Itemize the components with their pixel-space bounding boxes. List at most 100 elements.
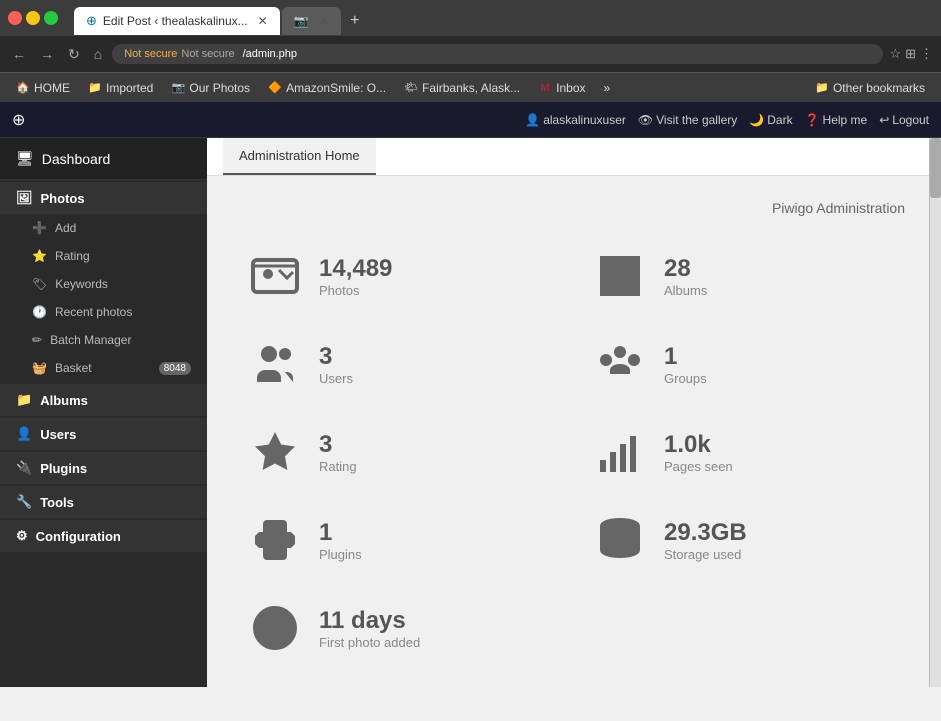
- sidebar-albums-header[interactable]: 📁 Albums: [0, 384, 207, 416]
- sidebar-dashboard[interactable]: 🖥 Dashboard: [0, 138, 207, 180]
- bookmark-other[interactable]: 📁 Other bookmarks: [807, 79, 933, 97]
- reload-button[interactable]: ↻: [64, 44, 84, 65]
- bookmark-imported[interactable]: 📁 Imported: [80, 79, 161, 97]
- app-logo: ⊕: [12, 110, 25, 130]
- time-stat-label: First photo added: [319, 635, 420, 650]
- rating-stat-value: 3: [319, 431, 357, 459]
- pages-stat-label: Pages seen: [664, 459, 733, 474]
- sidebar-section-plugins: 🔌 Plugins: [0, 452, 207, 484]
- photos-stat-value: 14,489: [319, 255, 392, 283]
- bookmark-fairbanks[interactable]: 🌤 Fairbanks, Alask...: [396, 79, 528, 97]
- dark-mode-link[interactable]: 🌙 Dark: [749, 113, 792, 127]
- menu-icon[interactable]: ⋮: [920, 46, 933, 62]
- sidebar-photos-header[interactable]: 🖼 Photos: [0, 182, 207, 214]
- sidebar-tools-header[interactable]: 🔧 Tools: [0, 486, 207, 518]
- pages-stat-icon: [592, 424, 648, 480]
- sidebar-plugins-header[interactable]: 🔌 Plugins: [0, 452, 207, 484]
- bookmark-amazon-label: AmazonSmile: O...: [286, 81, 386, 95]
- stat-groups: 1 Groups: [568, 320, 913, 408]
- users-stat-icon: [247, 336, 303, 392]
- keywords-icon: 🏷: [32, 277, 47, 291]
- batch-manager-label: Batch Manager: [50, 333, 131, 347]
- user-label: alaskalinuxuser: [543, 113, 626, 127]
- tab-close-icon[interactable]: ✕: [258, 14, 268, 28]
- tools-section-label: Tools: [40, 495, 74, 510]
- tab-piwigo-close-icon[interactable]: ✕: [319, 14, 329, 28]
- bookmarks-bar: 🏠 HOME 📁 Imported 📷 Our Photos 🔶 AmazonS…: [0, 72, 941, 102]
- help-icon: ❓: [805, 113, 820, 127]
- albums-stat-value: 28: [664, 255, 707, 283]
- user-icon: 👤: [525, 113, 540, 127]
- moon-icon: 🌙: [749, 113, 764, 127]
- content-tabs: Administration Home: [207, 138, 929, 176]
- new-tab-button[interactable]: +: [341, 7, 369, 35]
- sidebar-item-add[interactable]: ➕ Add: [0, 214, 207, 242]
- sidebar-section-tools: 🔧 Tools: [0, 486, 207, 518]
- bookmark-inbox[interactable]: M Inbox: [530, 79, 593, 97]
- bookmark-home-label: HOME: [34, 81, 70, 95]
- forward-button[interactable]: →: [36, 44, 58, 64]
- tab-piwigo[interactable]: 📷 ✕: [282, 7, 341, 35]
- dark-label: Dark: [767, 113, 792, 127]
- logout-icon: ↩: [879, 113, 889, 127]
- groups-stat-label: Groups: [664, 371, 707, 386]
- bookmark-home[interactable]: 🏠 HOME: [8, 79, 78, 97]
- bookmark-inbox-label: Inbox: [556, 81, 585, 95]
- minimize-button[interactable]: [26, 11, 40, 25]
- address-bar[interactable]: Not secure Not secure /admin.php: [112, 44, 883, 64]
- sidebar-item-batch-manager[interactable]: ✏ Batch Manager: [0, 326, 207, 354]
- logout-link[interactable]: ↩ Logout: [879, 113, 929, 127]
- dashboard-label: Dashboard: [42, 151, 111, 167]
- sidebar-configuration-header[interactable]: ⚙ Configuration: [0, 520, 207, 552]
- plugins-section-label: Plugins: [40, 461, 87, 476]
- sidebar-item-recent-photos[interactable]: 🕐 Recent photos: [0, 298, 207, 326]
- basket-badge: 8048: [159, 362, 191, 375]
- groups-stat-value: 1: [664, 343, 707, 371]
- scrollbar[interactable]: [929, 138, 941, 687]
- help-link[interactable]: ❓ Help me: [805, 113, 868, 127]
- not-secure-label: Not secure: [124, 48, 177, 60]
- bookmark-icon[interactable]: ☆: [889, 46, 901, 62]
- stat-rating: 3 Rating: [223, 408, 568, 496]
- stat-photos: 14,489 Photos: [223, 232, 568, 320]
- storage-stat-value: 29.3GB: [664, 519, 747, 547]
- sidebar-item-basket[interactable]: 🧺 Basket 8048: [0, 354, 207, 382]
- users-section-label: Users: [40, 427, 76, 442]
- bookmark-more[interactable]: »: [596, 79, 619, 97]
- sidebar-section-configuration: ⚙ Configuration: [0, 520, 207, 552]
- tab-administration-home[interactable]: Administration Home: [223, 138, 376, 175]
- bookmark-amazon[interactable]: 🔶 AmazonSmile: O...: [260, 79, 394, 97]
- photos-stat-icon: [247, 248, 303, 304]
- bookmark-other-label: Other bookmarks: [833, 81, 925, 95]
- albums-section-label: Albums: [40, 393, 88, 408]
- bookmark-our-photos-label: Our Photos: [189, 81, 250, 95]
- tab-edit-post[interactable]: ⊕ Edit Post ‹ thealaskalinux... ✕: [74, 7, 280, 35]
- maximize-button[interactable]: [44, 11, 58, 25]
- keywords-label: Keywords: [55, 277, 108, 291]
- close-button[interactable]: [8, 11, 22, 25]
- visit-gallery-link[interactable]: 👁 Visit the gallery: [638, 113, 737, 127]
- photos-section-icon: 🖼: [16, 190, 33, 206]
- sidebar-item-keywords[interactable]: 🏷 Keywords: [0, 270, 207, 298]
- albums-stat-icon: [592, 248, 648, 304]
- rating-stat-label: Rating: [319, 459, 357, 474]
- home-button[interactable]: ⌂: [90, 44, 106, 64]
- logout-label: Logout: [892, 113, 929, 127]
- tools-section-icon: 🔧: [16, 494, 32, 510]
- bookmark-imported-label: Imported: [106, 81, 153, 95]
- scrollbar-thumb[interactable]: [930, 138, 941, 198]
- sidebar-section-users: 👤 Users: [0, 418, 207, 450]
- sidebar-users-header[interactable]: 👤 Users: [0, 418, 207, 450]
- stat-albums: 28 Albums: [568, 232, 913, 320]
- back-button[interactable]: ←: [8, 44, 30, 64]
- users-stat-label: Users: [319, 371, 353, 386]
- tab-label: Edit Post ‹ thealaskalinux...: [103, 14, 248, 28]
- configuration-section-label: Configuration: [36, 529, 121, 544]
- extensions-icon[interactable]: ⊞: [905, 46, 916, 62]
- batch-manager-icon: ✏: [32, 333, 42, 347]
- sidebar-item-rating[interactable]: ⭐ Rating: [0, 242, 207, 270]
- content-inner: Piwigo Administration: [207, 176, 929, 687]
- bookmark-our-photos[interactable]: 📷 Our Photos: [163, 79, 258, 97]
- user-link[interactable]: 👤 alaskalinuxuser: [525, 113, 626, 127]
- sidebar-section-photos: 🖼 Photos ➕ Add ⭐ Rating 🏷 Keywords 🕐: [0, 182, 207, 382]
